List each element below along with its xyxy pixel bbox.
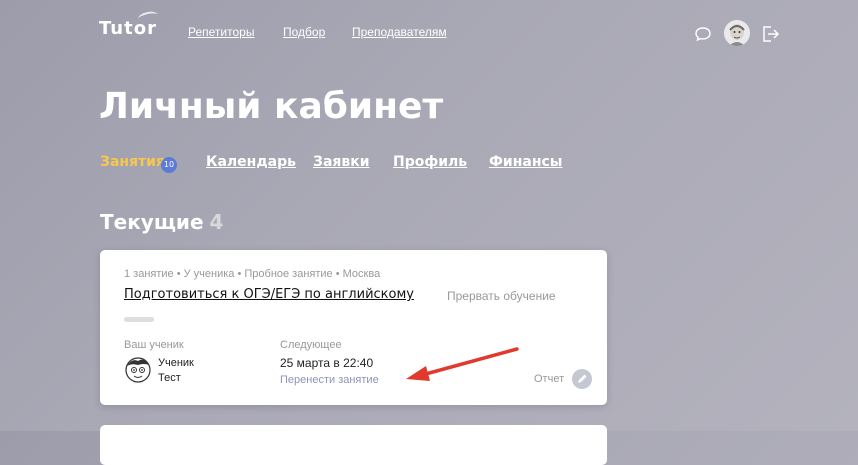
reschedule-lesson-link[interactable]: Перенести занятие	[280, 374, 379, 386]
lesson-title-link[interactable]: Подготовиться к ОГЭ/ЕГЭ по английскому	[124, 287, 414, 302]
student-avatar	[125, 357, 151, 383]
section-title: Текущие 4	[100, 210, 223, 234]
nav-matching-link[interactable]: Подбор	[283, 25, 325, 39]
pencil-icon[interactable]	[572, 369, 592, 389]
tab-lessons[interactable]: Занятия 10	[100, 154, 177, 173]
student-label: Ваш ученик	[124, 339, 184, 351]
lessons-count-badge: 10	[161, 157, 177, 173]
tab-finances[interactable]: Финансы	[489, 154, 562, 170]
tab-calendar[interactable]: Календарь	[206, 154, 296, 170]
chat-bubble-icon[interactable]	[694, 25, 712, 43]
next-lesson-label: Следующее	[280, 339, 342, 351]
student-name: Ученик Тест	[158, 356, 194, 386]
nav-for-teachers-link[interactable]: Преподавателям	[352, 25, 447, 39]
tab-profile[interactable]: Профиль	[393, 154, 467, 170]
section-title-label: Текущие	[100, 210, 204, 234]
tab-requests[interactable]: Заявки	[313, 154, 370, 170]
nav-tutors-link[interactable]: Репетиторы	[188, 25, 254, 39]
top-bar: Tutor Репетиторы Подбор Преподавателям	[0, 0, 858, 64]
annotation-arrow-icon	[406, 347, 519, 381]
page-title: Личный кабинет	[99, 86, 444, 127]
logout-icon[interactable]	[760, 24, 780, 44]
user-avatar[interactable]	[724, 20, 750, 46]
lesson-meta: 1 занятие • У ученика • Пробное занятие …	[124, 268, 381, 280]
section-count: 4	[209, 210, 224, 234]
report-link[interactable]: Отчет	[534, 373, 564, 385]
next-lesson-card-partial	[100, 425, 607, 465]
progress-indicator	[124, 317, 154, 322]
student-last-name: Тест	[158, 372, 181, 384]
student-first-name: Ученик	[158, 357, 194, 369]
stop-learning-link[interactable]: Прервать обучение	[447, 289, 556, 303]
lesson-card: 1 занятие • У ученика • Пробное занятие …	[100, 250, 607, 405]
tab-lessons-label: Занятия	[100, 154, 165, 170]
next-lesson-date: 25 марта в 22:40	[280, 356, 374, 370]
